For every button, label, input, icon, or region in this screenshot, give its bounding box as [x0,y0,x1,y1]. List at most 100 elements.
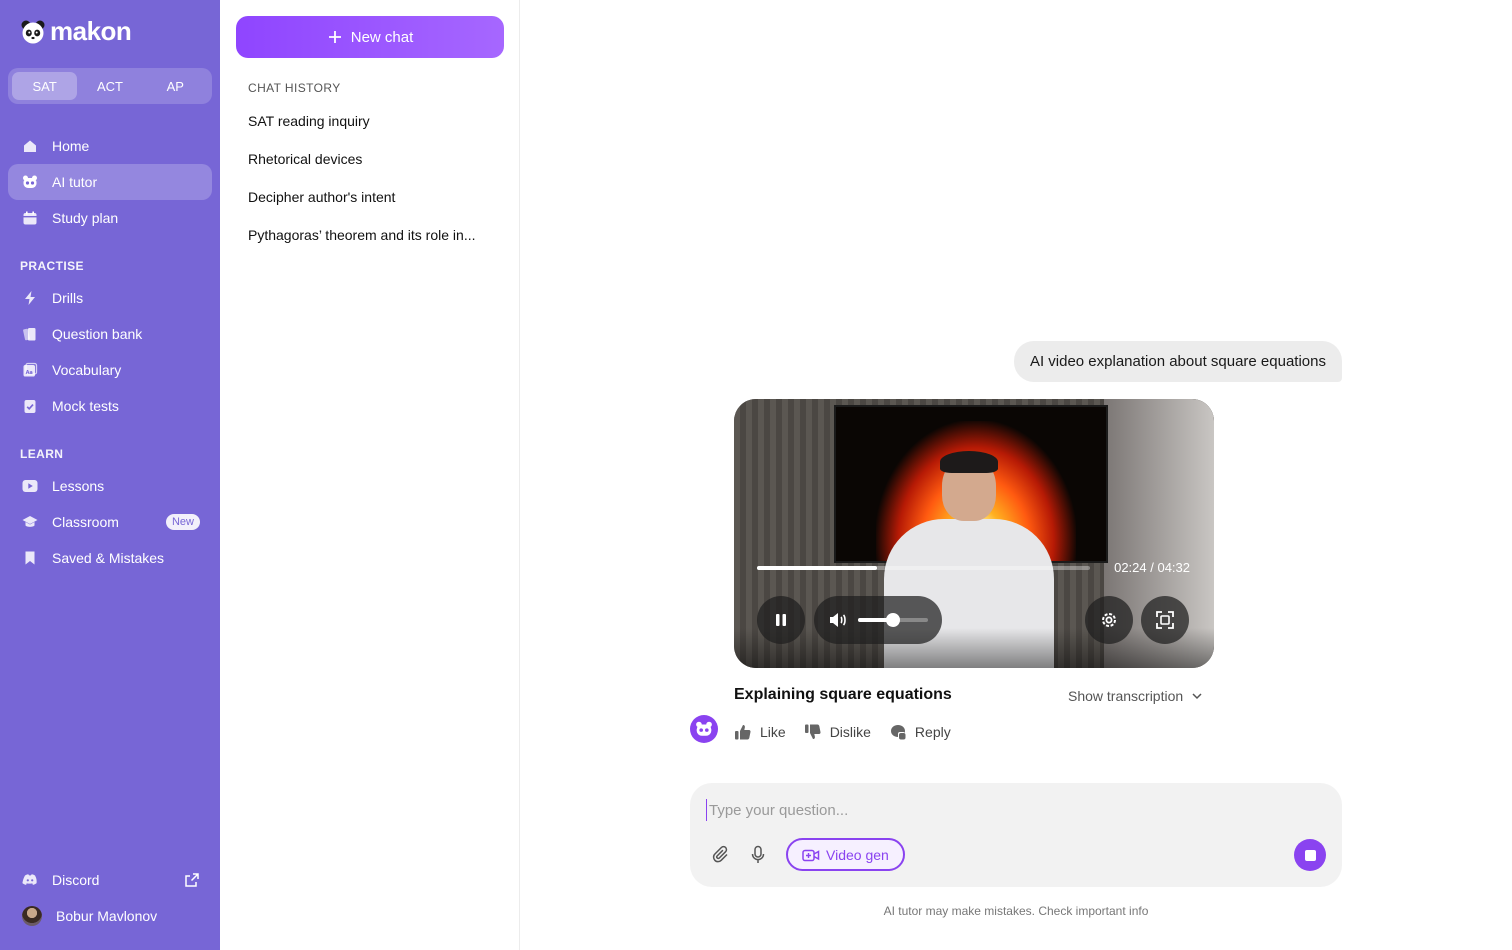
sidebar-item-label: Mock tests [52,398,119,414]
user-message: AI video explanation about square equati… [1013,341,1342,382]
dislike-label: Dislike [829,724,871,740]
microphone-icon [751,845,765,863]
panda-logo-icon [21,20,45,43]
reply-icon [890,725,906,740]
attach-button[interactable] [711,844,733,866]
video-time: 02:24 / 04:32 [1114,560,1190,575]
tab-act[interactable]: ACT [77,72,142,100]
avatar [22,906,42,926]
sidebar-item-saved-mistakes[interactable]: Saved & Mistakes [8,540,212,576]
sidebar: makon SAT ACT AP Home AI tutor Study pla… [0,0,220,950]
section-label-learn: LEARN [20,447,64,461]
learn-nav: Lessons Classroom New Saved & Mistakes [8,468,212,576]
new-chat-button[interactable]: New chat [236,16,504,58]
tab-ap[interactable]: AP [143,72,208,100]
panda-icon [23,175,37,188]
microphone-button[interactable] [747,844,769,866]
pause-button[interactable] [757,596,805,644]
new-chat-label: New chat [350,28,414,46]
clipboard-check-icon [24,400,36,413]
video-add-icon [802,849,820,861]
video-player[interactable]: 02:24 / 04:32 [734,399,1214,668]
graduation-cap-icon [22,516,38,527]
logo-text: makon [50,16,132,46]
sidebar-item-label: Lessons [52,478,105,494]
sidebar-item-drills[interactable]: Drills [8,280,212,316]
like-button[interactable]: Like [734,723,786,741]
thumbs-down-icon [804,724,821,739]
user-name: Bobur Mavlonov [56,908,158,924]
paperclip-icon [712,845,728,863]
sidebar-item-ai-tutor[interactable]: AI tutor [8,164,212,200]
app-logo[interactable]: makon [20,16,132,47]
sidebar-item-label: Classroom [52,514,119,530]
message-composer: Video gen [690,783,1342,887]
sidebar-item-label: Question bank [52,326,143,342]
thumbs-up-icon [735,725,751,740]
chat-main: AI video explanation about square equati… [520,0,1512,950]
video-progress-bar[interactable] [757,566,1090,570]
sidebar-item-question-bank[interactable]: Question bank [8,316,212,352]
settings-button[interactable] [1085,596,1133,644]
video-frame-hair [940,451,998,473]
bolt-icon [25,291,35,305]
video-progress-fill [757,566,877,570]
panda-icon [696,721,712,736]
chat-history-item[interactable]: Decipher author's intent [248,186,498,224]
show-transcription-label: Show transcription [1068,688,1184,704]
show-transcription-toggle[interactable]: Show transcription [1068,688,1203,704]
chat-history-panel: New chat CHAT HISTORY SAT reading inquir… [220,0,520,950]
chevron-down-icon [1192,693,1202,700]
sidebar-item-label: Vocabulary [52,362,122,378]
stop-icon [1304,849,1316,861]
bookmark-icon [25,551,35,565]
pause-icon [776,614,786,626]
sidebar-item-classroom[interactable]: Classroom New [8,504,212,540]
play-icon [22,480,38,492]
section-label-practise: PRACTISE [20,259,84,273]
sidebar-item-label: AI tutor [52,174,98,190]
volume-knob[interactable] [886,613,900,627]
sidebar-item-label: Home [52,138,90,154]
sidebar-item-study-plan[interactable]: Study plan [8,200,212,236]
home-icon [24,140,36,152]
chat-history-item[interactable]: SAT reading inquiry [248,110,498,148]
sidebar-item-lessons[interactable]: Lessons [8,468,212,504]
exam-switch: SAT ACT AP [8,68,212,104]
disclaimer-text: AI tutor may make mistakes. Check import… [883,904,1149,918]
chat-history-heading: CHAT HISTORY [248,81,341,95]
svg-text:Aa: Aa [26,370,33,376]
question-input[interactable] [706,799,1306,821]
external-link-icon [185,873,199,887]
sidebar-item-label: Drills [52,290,84,306]
stop-button[interactable] [1294,839,1326,871]
volume-slider[interactable] [858,613,928,627]
sidebar-item-label: Discord [52,872,100,888]
sidebar-item-mock-tests[interactable]: Mock tests [8,388,212,424]
video-title: Explaining square equations [734,686,952,703]
chat-history-item[interactable]: Pythagoras’ theorem and its role in... [248,224,498,262]
volume-icon [830,613,846,627]
discord-icon [22,874,37,885]
message-actions: Like Dislike Reply [734,723,951,741]
bottom-nav: Discord Bobur Mavlonov [8,862,212,934]
calendar-icon [23,211,37,225]
dislike-button[interactable]: Dislike [804,723,871,741]
fullscreen-button[interactable] [1141,596,1189,644]
sidebar-item-vocabulary[interactable]: Aa Vocabulary [8,352,212,388]
sidebar-item-discord[interactable]: Discord [8,862,212,898]
ai-tutor-avatar [690,715,718,743]
video-gen-button[interactable]: Video gen [786,838,905,871]
tab-sat[interactable]: SAT [12,72,78,100]
volume-control[interactable] [814,596,942,644]
main-nav: Home AI tutor Study plan [8,128,212,236]
new-badge: New [165,514,200,530]
sidebar-item-label: Study plan [52,210,119,226]
video-gen-label: Video gen [826,846,889,863]
sidebar-item-home[interactable]: Home [8,128,212,164]
sidebar-item-profile[interactable]: Bobur Mavlonov [8,898,212,934]
chat-history-item[interactable]: Rhetorical devices [248,148,498,186]
gear-icon [1102,613,1116,627]
reply-button[interactable]: Reply [889,723,951,741]
like-label: Like [760,724,786,740]
